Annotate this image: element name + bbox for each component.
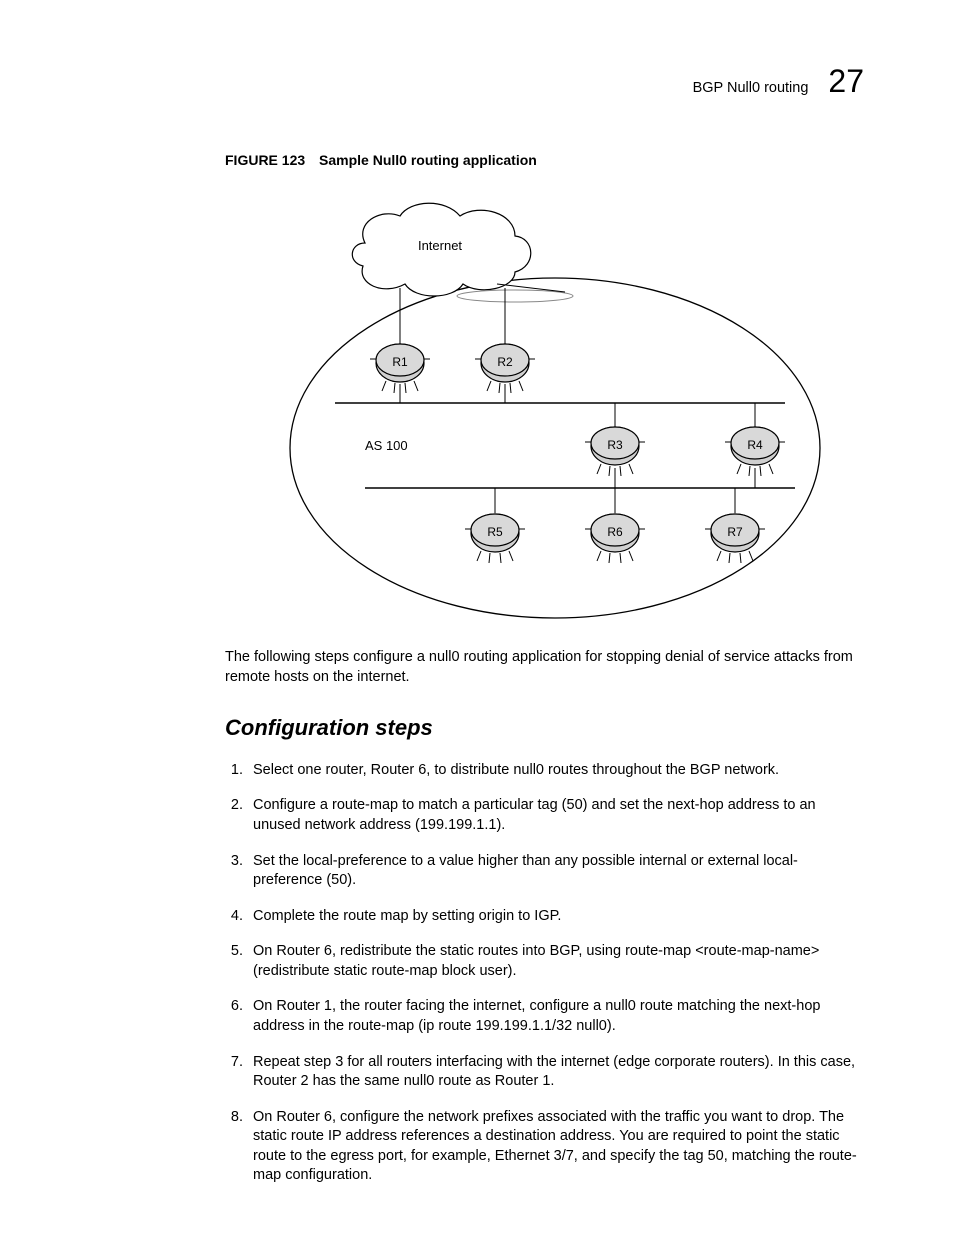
- router-r1-label: R1: [392, 355, 408, 369]
- chapter-number: 27: [828, 60, 864, 103]
- step-item: On Router 6, configure the network prefi…: [247, 1108, 864, 1186]
- router-r3-label: R3: [607, 438, 623, 452]
- diagram-svg: Internet R1 R2: [265, 188, 825, 628]
- step-item: Configure a route-map to match a particu…: [247, 796, 864, 835]
- running-header: BGP Null0 routing 27: [225, 60, 864, 103]
- router-r4-label: R4: [747, 438, 763, 452]
- figure-label: FIGURE 123: [225, 152, 305, 168]
- step-item: On Router 1, the router facing the inter…: [247, 997, 864, 1036]
- step-item: Set the local-preference to a value high…: [247, 852, 864, 891]
- router-r6-label: R6: [607, 525, 623, 539]
- step-item: On Router 6, redistribute the static rou…: [247, 942, 864, 981]
- router-r7-label: R7: [727, 525, 743, 539]
- router-r2-label: R2: [497, 355, 513, 369]
- network-diagram: Internet R1 R2: [265, 188, 825, 628]
- section-heading: Configuration steps: [225, 713, 864, 743]
- step-item: Repeat step 3 for all routers interfacin…: [247, 1053, 864, 1092]
- step-item: Select one router, Router 6, to distribu…: [247, 761, 864, 781]
- page: BGP Null0 routing 27 FIGURE 123 Sample N…: [0, 0, 954, 1235]
- as-label: AS 100: [365, 438, 408, 453]
- running-title: BGP Null0 routing: [693, 79, 809, 99]
- cloud-label: Internet: [417, 238, 461, 253]
- figure-title: Sample Null0 routing application: [319, 152, 537, 168]
- step-item: Complete the route map by setting origin…: [247, 907, 864, 927]
- cloud-shadow-icon: [457, 290, 573, 302]
- configuration-steps-list: Select one router, Router 6, to distribu…: [225, 761, 864, 1186]
- router-r5-label: R5: [487, 525, 503, 539]
- figure-caption: FIGURE 123 Sample Null0 routing applicat…: [225, 151, 864, 170]
- intro-paragraph: The following steps configure a null0 ro…: [225, 648, 864, 687]
